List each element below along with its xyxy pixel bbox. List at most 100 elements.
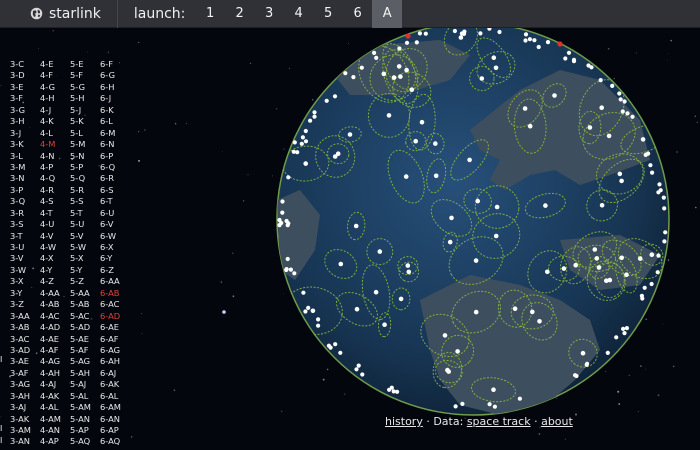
satellite-id-6-ah[interactable]: 6-AH	[100, 356, 130, 367]
satellite-id-5-z[interactable]: 5-Z	[70, 276, 100, 287]
about-link[interactable]: about	[541, 415, 573, 428]
satellite-id-6-ag[interactable]: 6-AG	[100, 345, 130, 356]
satellite-id-4-g[interactable]: 4-G	[40, 82, 70, 93]
satellite-id-6-x[interactable]: 6-X	[100, 242, 130, 253]
satellite-id-4-q[interactable]: 4-Q	[40, 173, 70, 184]
launch-button-a[interactable]: A	[372, 0, 402, 28]
satellite-id-5-e[interactable]: 5-E	[70, 59, 100, 70]
satellite-id-4-ad[interactable]: 4-AD	[40, 322, 70, 333]
satellite-id-3-g[interactable]: 3-G	[10, 105, 40, 116]
satellite-id-4-l[interactable]: 4-L	[40, 128, 70, 139]
satellite-id-5-t[interactable]: 5-T	[70, 208, 100, 219]
launch-button-4[interactable]: 4	[284, 0, 314, 28]
launch-button-3[interactable]: 3	[254, 0, 284, 28]
satellite-id-5-k[interactable]: 5-K	[70, 116, 100, 127]
satellite-id-4-p[interactable]: 4-P	[40, 162, 70, 173]
satellite-id-3-q[interactable]: 3-Q	[10, 196, 40, 207]
satellite-id-4-al[interactable]: 4-AL	[40, 402, 70, 413]
satellite-id-6-t[interactable]: 6-T	[100, 196, 130, 207]
satellite-id-4-x[interactable]: 4-X	[40, 253, 70, 264]
satellite-id-4-v[interactable]: 4-V	[40, 231, 70, 242]
satellite-id-3-d[interactable]: 3-D	[10, 70, 40, 81]
satellite-id-6-g[interactable]: 6-G	[100, 70, 130, 81]
satellite-id-3-ab[interactable]: 3-AB	[10, 322, 40, 333]
satellite-id-6-m[interactable]: 6-M	[100, 128, 130, 139]
satellite-id-5-w[interactable]: 5-W	[70, 242, 100, 253]
satellite-id-5-f[interactable]: 5-F	[70, 70, 100, 81]
satellite-id-5-an[interactable]: 5-AN	[70, 414, 100, 425]
satellite-id-6-ad[interactable]: 6-AD	[100, 311, 130, 322]
satellite-id-4-k[interactable]: 4-K	[40, 116, 70, 127]
satellite-id-3-aj[interactable]: 3-AJ	[10, 402, 40, 413]
satellite-id-3-y[interactable]: 3-Y	[10, 288, 40, 299]
satellite-id-3-af[interactable]: 3-AF	[10, 368, 40, 379]
launch-button-1[interactable]: 1	[195, 0, 225, 28]
satellite-id-3-an[interactable]: 3-AN	[10, 436, 40, 447]
satellite-id-6-ak[interactable]: 6-AK	[100, 379, 130, 390]
satellite-id-6-j[interactable]: 6-J	[100, 93, 130, 104]
satellite-id-4-af[interactable]: 4-AF	[40, 345, 70, 356]
satellite-id-6-f[interactable]: 6-F	[100, 59, 130, 70]
satellite-id-4-am[interactable]: 4-AM	[40, 414, 70, 425]
satellite-id-5-ad[interactable]: 5-AD	[70, 322, 100, 333]
satellite-id-6-y[interactable]: 6-Y	[100, 253, 130, 264]
satellite-id-3-v[interactable]: 3-V	[10, 253, 40, 264]
satellite-id-4-u[interactable]: 4-U	[40, 219, 70, 230]
satellite-id-6-h[interactable]: 6-H	[100, 82, 130, 93]
satellite-id-5-x[interactable]: 5-X	[70, 253, 100, 264]
satellite-id-5-j[interactable]: 5-J	[70, 105, 100, 116]
launch-button-6[interactable]: 6	[343, 0, 373, 28]
satellite-id-6-u[interactable]: 6-U	[100, 208, 130, 219]
satellite-id-4-y[interactable]: 4-Y	[40, 265, 70, 276]
space-track-link[interactable]: space track	[467, 415, 531, 428]
launch-button-2[interactable]: 2	[225, 0, 255, 28]
satellite-id-3-f[interactable]: 3-F	[10, 93, 40, 104]
satellite-id-5-ap[interactable]: 5-AP	[70, 425, 100, 436]
satellite-id-5-r[interactable]: 5-R	[70, 185, 100, 196]
satellite-id-5-l[interactable]: 5-L	[70, 128, 100, 139]
satellite-id-4-ag[interactable]: 4-AG	[40, 356, 70, 367]
satellite-id-4-ae[interactable]: 4-AE	[40, 334, 70, 345]
satellite-id-5-ah[interactable]: 5-AH	[70, 368, 100, 379]
satellite-id-5-u[interactable]: 5-U	[70, 219, 100, 230]
satellite-id-6-ap[interactable]: 6-AP	[100, 425, 130, 436]
satellite-id-5-m[interactable]: 5-M	[70, 139, 100, 150]
satellite-id-5-ae[interactable]: 5-AE	[70, 334, 100, 345]
satellite-id-6-am[interactable]: 6-AM	[100, 402, 130, 413]
satellite-id-5-q[interactable]: 5-Q	[70, 173, 100, 184]
satellite-id-4-m[interactable]: 4-M	[40, 139, 70, 150]
satellite-id-3-l[interactable]: 3-L	[10, 151, 40, 162]
satellite-id-5-y[interactable]: 5-Y	[70, 265, 100, 276]
satellite-id-5-s[interactable]: 5-S	[70, 196, 100, 207]
satellite-id-3-r[interactable]: 3-R	[10, 208, 40, 219]
satellite-id-5-n[interactable]: 5-N	[70, 151, 100, 162]
satellite-id-3-ag[interactable]: 3-AG	[10, 379, 40, 390]
satellite-id-5-h[interactable]: 5-H	[70, 93, 100, 104]
satellite-id-4-aa[interactable]: 4-AA	[40, 288, 70, 299]
satellite-id-3-x[interactable]: 3-X	[10, 276, 40, 287]
satellite-id-3-ae[interactable]: 3-AE	[10, 356, 40, 367]
satellite-id-4-w[interactable]: 4-W	[40, 242, 70, 253]
satellite-id-5-p[interactable]: 5-P	[70, 162, 100, 173]
satellite-id-6-v[interactable]: 6-V	[100, 219, 130, 230]
satellite-id-4-s[interactable]: 4-S	[40, 196, 70, 207]
satellite-id-3-am[interactable]: 3-AM	[10, 425, 40, 436]
satellite-id-3-m[interactable]: 3-M	[10, 162, 40, 173]
satellite-id-4-ah[interactable]: 4-AH	[40, 368, 70, 379]
satellite-id-4-ac[interactable]: 4-AC	[40, 311, 70, 322]
satellite-id-6-ab[interactable]: 6-AB	[100, 288, 130, 299]
satellite-id-6-k[interactable]: 6-K	[100, 105, 130, 116]
satellite-id-5-aa[interactable]: 5-AA	[70, 288, 100, 299]
satellite-id-6-q[interactable]: 6-Q	[100, 162, 130, 173]
satellite-id-6-al[interactable]: 6-AL	[100, 391, 130, 402]
satellite-id-5-aj[interactable]: 5-AJ	[70, 379, 100, 390]
satellite-id-6-aq[interactable]: 6-AQ	[100, 436, 130, 447]
satellite-id-3-e[interactable]: 3-E	[10, 82, 40, 93]
satellite-id-6-p[interactable]: 6-P	[100, 151, 130, 162]
satellite-id-4-t[interactable]: 4-T	[40, 208, 70, 219]
satellite-id-6-r[interactable]: 6-R	[100, 173, 130, 184]
satellite-id-5-g[interactable]: 5-G	[70, 82, 100, 93]
satellite-id-6-af[interactable]: 6-AF	[100, 334, 130, 345]
satellite-id-4-aj[interactable]: 4-AJ	[40, 379, 70, 390]
satellite-id-6-ac[interactable]: 6-AC	[100, 299, 130, 310]
